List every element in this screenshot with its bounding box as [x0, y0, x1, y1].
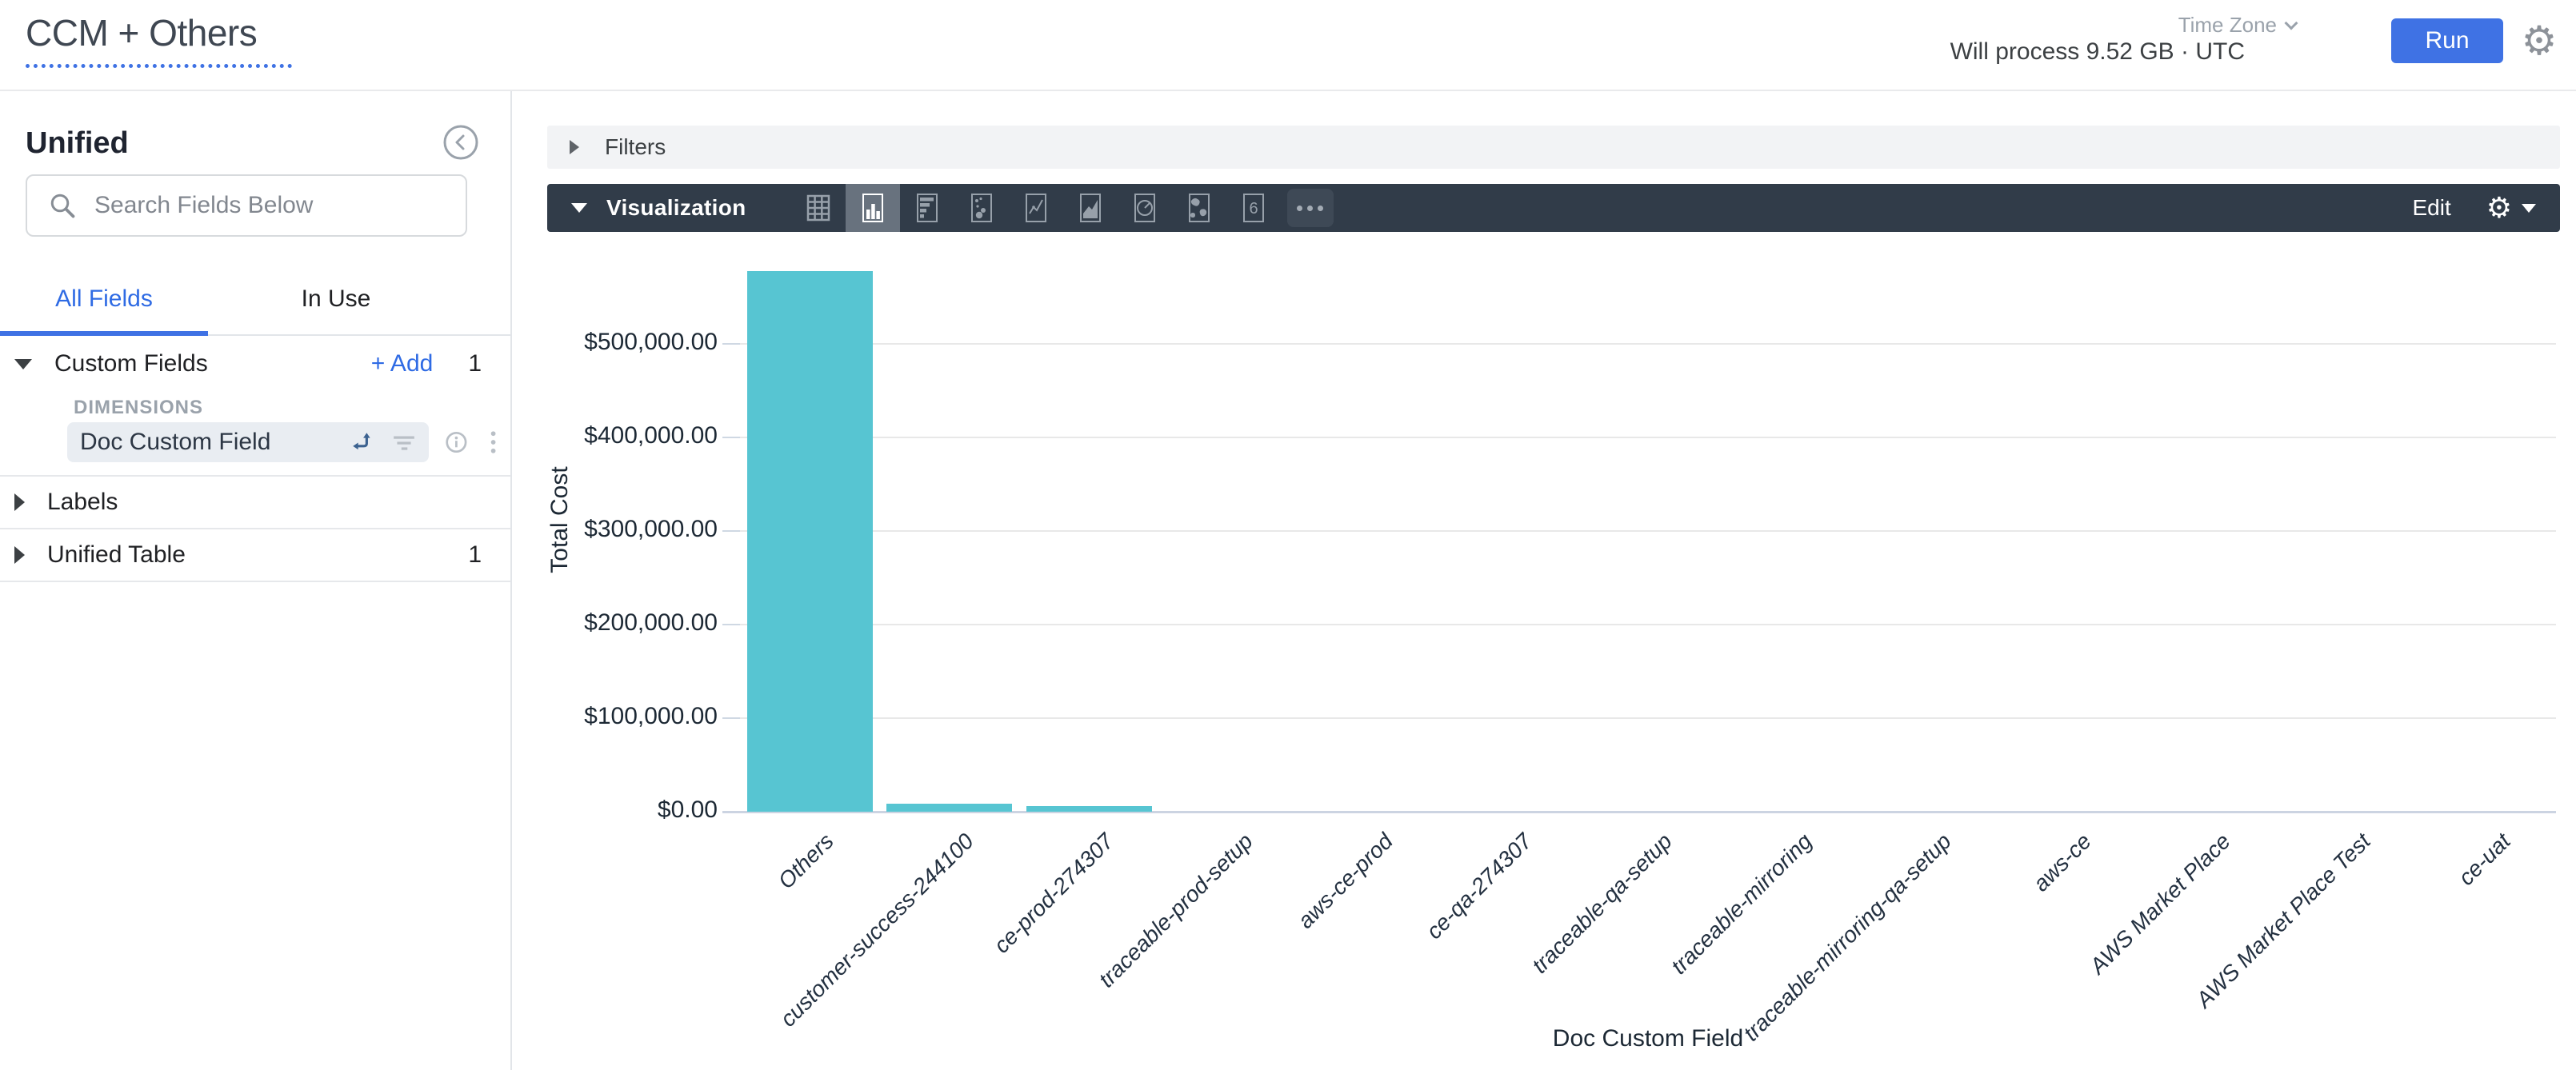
dimensions-header: DIMENSIONS: [74, 397, 203, 419]
section-label: Unified Table: [47, 541, 186, 569]
chevron-left-circle-icon: [442, 123, 480, 162]
section-custom-fields[interactable]: Custom Fields + Add 1: [0, 336, 510, 392]
run-button[interactable]: Run: [2391, 18, 2503, 63]
y-axis-tick-mark: [722, 530, 742, 532]
section-count-badge: 1: [468, 350, 482, 377]
query-title-wrap[interactable]: CCM + Others: [26, 11, 292, 68]
y-axis-tick-mark: [722, 343, 742, 345]
custom-field-row: Doc Custom Field: [67, 422, 496, 462]
caret-right-icon: [14, 546, 25, 564]
viz-type-single-value-icon[interactable]: 6: [1226, 184, 1281, 232]
svg-text:6: 6: [1249, 200, 1258, 218]
field-label: Doc Custom Field: [80, 429, 350, 456]
collapse-sidebar-button[interactable]: [442, 123, 480, 162]
y-axis-tick-mark: [722, 437, 742, 438]
visualization-label: Visualization: [606, 195, 746, 221]
tab-all-fields[interactable]: All Fields: [0, 264, 208, 334]
viz-type-map-icon[interactable]: [1172, 184, 1226, 232]
viz-type-scatter-icon[interactable]: [954, 184, 1009, 232]
section-unified-table[interactable]: Unified Table 1: [0, 529, 510, 581]
viz-type-table-icon[interactable]: [791, 184, 846, 232]
bar[interactable]: [886, 804, 1012, 812]
gridline: [740, 530, 2556, 532]
kebab-menu-icon[interactable]: [490, 429, 496, 456]
tab-in-use[interactable]: In Use: [208, 264, 464, 334]
search-placeholder: Search Fields Below: [94, 192, 313, 219]
edit-viz-button[interactable]: Edit: [2412, 195, 2450, 221]
caret-down-icon[interactable]: [571, 203, 587, 213]
process-size-text: Will process 9.52 GB · UTC: [1950, 38, 2245, 66]
more-chart-types-button[interactable]: [1287, 189, 1334, 227]
viz-type-bar-icon[interactable]: [900, 184, 954, 232]
viz-type-column-icon[interactable]: [846, 184, 900, 232]
section-labels[interactable]: Labels: [0, 477, 510, 528]
chevron-down-icon: [2285, 16, 2298, 30]
add-custom-field-button[interactable]: + Add: [371, 350, 434, 377]
bar[interactable]: [747, 271, 873, 812]
viz-right-controls: Edit ⚙: [2412, 192, 2560, 225]
y-axis-tick-mark: [722, 717, 742, 719]
section-label: Custom Fields: [54, 350, 208, 377]
filters-label: Filters: [605, 134, 666, 160]
field-doc-custom-field[interactable]: Doc Custom Field: [67, 422, 429, 462]
gridline: [740, 624, 2556, 625]
header: CCM + Others Time Zone Will process 9.52…: [0, 0, 2576, 91]
search-icon: [48, 191, 77, 220]
settings-gear-icon[interactable]: ⚙: [2517, 18, 2562, 64]
section-count-badge: 1: [468, 541, 482, 569]
time-zone-selector[interactable]: Time Zone: [2178, 13, 2296, 38]
caret-down-icon: [14, 359, 32, 369]
caret-right-icon: [570, 140, 579, 154]
section-label: Labels: [47, 489, 118, 516]
visualization-toolbar: Visualization: [547, 184, 2560, 232]
filter-icon[interactable]: [392, 430, 416, 454]
viz-type-area-icon[interactable]: [1063, 184, 1118, 232]
gridline: [740, 343, 2556, 345]
bar[interactable]: [1026, 806, 1152, 812]
search-fields-input[interactable]: Search Fields Below: [26, 174, 467, 237]
page-title: CCM + Others: [26, 12, 257, 54]
field-picker-sidebar: Unified Search Fields Below All Fields I…: [0, 91, 512, 1070]
viz-settings-gear-icon[interactable]: ⚙: [2486, 192, 2512, 225]
gridline: [740, 437, 2556, 438]
info-icon[interactable]: [445, 429, 468, 455]
divider: [0, 581, 510, 582]
x-axis-title: Doc Custom Field: [848, 1025, 2448, 1052]
caret-right-icon: [14, 493, 25, 511]
caret-down-icon[interactable]: [2522, 204, 2536, 213]
pivot-icon[interactable]: [350, 430, 374, 454]
chart-type-strip: 6: [791, 184, 1334, 232]
viz-type-pie-icon[interactable]: [1118, 184, 1172, 232]
viz-type-line-icon[interactable]: [1009, 184, 1063, 232]
field-tabs: All Fields In Use: [0, 264, 510, 336]
explore-name: Unified: [26, 126, 129, 161]
time-zone-label: Time Zone: [2178, 13, 2277, 38]
gridline: [740, 717, 2556, 719]
filters-expander[interactable]: Filters: [547, 126, 2560, 169]
y-axis-tick-mark: [722, 624, 742, 625]
